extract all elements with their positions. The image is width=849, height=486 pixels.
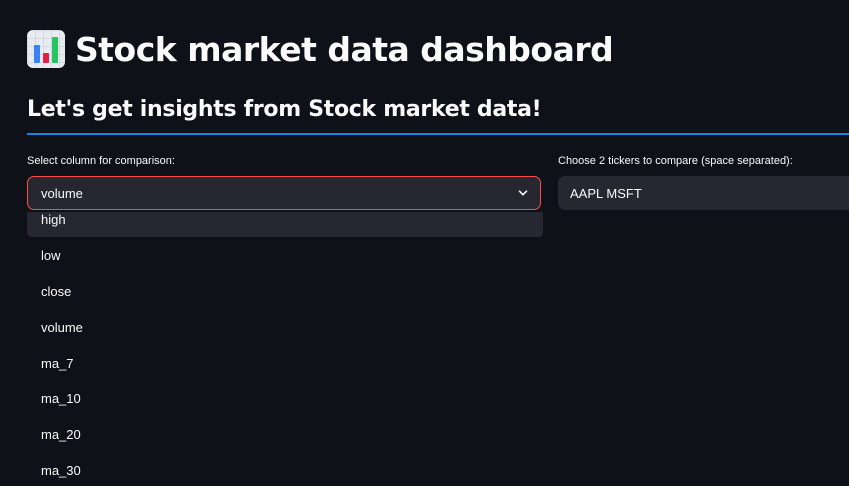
- title-row: Stock market data dashboard: [27, 28, 614, 70]
- header-divider: [27, 133, 849, 135]
- option-ma-10[interactable]: ma_10: [27, 380, 543, 416]
- bar-chart-icon: [27, 30, 65, 68]
- column-select-dropdown: high low close volume ma_7 ma_10 ma_20 m…: [27, 212, 543, 486]
- column-select[interactable]: volume: [27, 176, 541, 210]
- page-title: Stock market data dashboard: [75, 29, 614, 69]
- option-ma-20[interactable]: ma_20: [27, 416, 543, 452]
- option-high[interactable]: high: [27, 212, 543, 237]
- option-volume[interactable]: volume: [27, 309, 543, 345]
- tickers-input[interactable]: [558, 176, 849, 210]
- option-low[interactable]: low: [27, 237, 543, 273]
- dashboard-page: Stock market data dashboard Let's get in…: [0, 0, 849, 486]
- column-select-value: volume: [41, 185, 83, 201]
- option-ma-7[interactable]: ma_7: [27, 345, 543, 381]
- page-subtitle: Let's get insights from Stock market dat…: [27, 97, 542, 122]
- option-ma-30[interactable]: ma_30: [27, 452, 543, 486]
- chevron-down-icon[interactable]: [518, 188, 528, 198]
- tickers-input-label: Choose 2 tickers to compare (space separ…: [558, 155, 793, 167]
- option-close[interactable]: close: [27, 273, 543, 309]
- column-select-label: Select column for comparison:: [27, 155, 175, 167]
